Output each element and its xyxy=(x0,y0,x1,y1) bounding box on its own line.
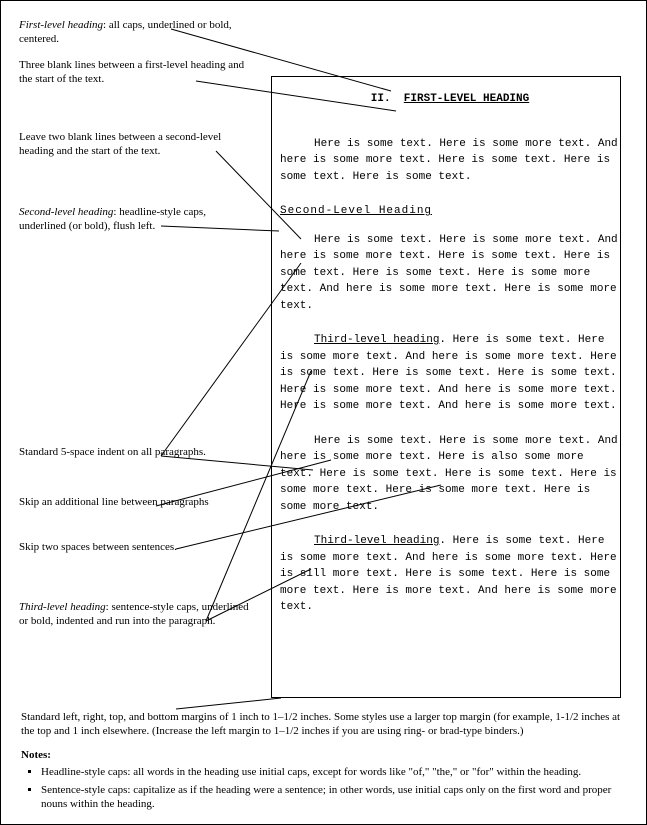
margins-note: Standard left, right, top, and bottom ma… xyxy=(21,711,626,739)
second-level-heading: Second-Level Heading xyxy=(280,203,620,220)
notes-list: Headline-style caps: all words in the he… xyxy=(27,766,626,811)
heading-number: II. xyxy=(371,93,391,105)
heading-text: FIRST-LEVEL HEADING xyxy=(404,93,529,105)
callout-text: Three blank lines between a first-level … xyxy=(19,59,244,85)
third-level-heading-2: Third-level heading xyxy=(314,535,439,547)
first-level-heading: II. FIRST-LEVEL HEADING xyxy=(280,91,620,108)
paragraph-5: Third-level heading. Here is some text. … xyxy=(280,533,620,616)
paragraph-2: Here is some text. Here is some more tex… xyxy=(280,232,620,315)
callout-text: Standard 5-space indent on all paragraph… xyxy=(19,446,206,458)
third-level-heading-1: Third-level heading xyxy=(314,334,439,346)
callout-three-blank-lines: Three blank lines between a first-level … xyxy=(19,59,249,87)
note-headline-caps: Headline-style caps: all words in the he… xyxy=(41,766,626,780)
callout-two-spaces: Skip two spaces between sentences. xyxy=(19,541,177,555)
paragraph-1: Here is some text. Here is some more tex… xyxy=(280,136,620,186)
sample-page: II. FIRST-LEVEL HEADING Here is some tex… xyxy=(271,76,621,698)
callout-label: Second-level heading xyxy=(19,206,113,218)
callout-indent: Standard 5-space indent on all paragraph… xyxy=(19,446,206,460)
callout-third-level-heading: Third-level heading: sentence-style caps… xyxy=(19,601,249,629)
note-sentence-caps: Sentence-style caps: capitalize as if th… xyxy=(41,784,626,812)
bottom-block: Standard left, right, top, and bottom ma… xyxy=(21,711,626,816)
callout-text: Skip an additional line between paragrap… xyxy=(19,496,209,508)
callout-skip-line: Skip an additional line between paragrap… xyxy=(19,496,209,510)
document-sheet: First-level heading: all caps, underline… xyxy=(0,0,647,825)
paragraph-4: Here is some text. Here is some more tex… xyxy=(280,433,620,516)
callout-text: Leave two blank lines between a second-l… xyxy=(19,131,221,157)
paragraph-3: Third-level heading. Here is some text. … xyxy=(280,332,620,415)
callout-label: Third-level heading xyxy=(19,601,106,613)
callout-second-level-heading: Second-level heading: headline-style cap… xyxy=(19,206,249,234)
callout-label: First-level heading xyxy=(19,19,103,31)
callout-first-level-heading: First-level heading: all caps, underline… xyxy=(19,19,249,47)
callout-two-blank-lines: Leave two blank lines between a second-l… xyxy=(19,131,249,159)
callout-text: Skip two spaces between sentences. xyxy=(19,541,177,553)
notes-title: Notes: xyxy=(21,749,626,763)
